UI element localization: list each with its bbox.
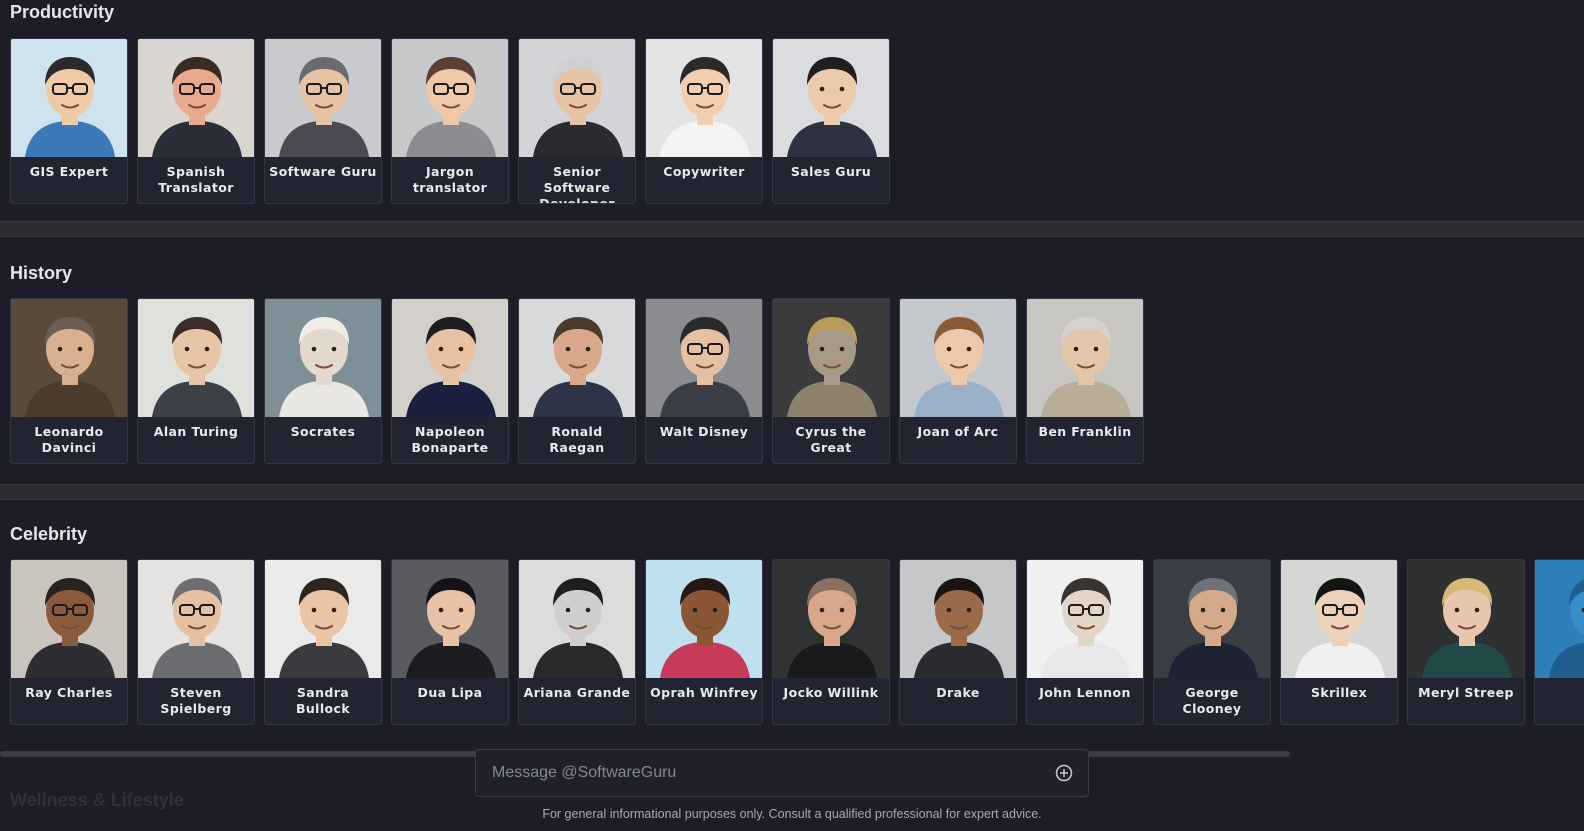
assistant-card-dua-lipa[interactable]: Dua Lipa: [391, 559, 509, 725]
card-label: Skrillex: [1310, 685, 1368, 700]
avatar: [138, 299, 254, 417]
card-label: Ariana Grande: [523, 685, 631, 700]
assistant-card-joan-of-arc[interactable]: Joan of Arc: [899, 298, 1017, 464]
avatar: [1408, 560, 1524, 678]
assistant-card-ben-franklin[interactable]: Ben Franklin: [1026, 298, 1144, 464]
assistant-card-senior-software-developer[interactable]: Senior Software Developer: [518, 38, 636, 204]
assistant-card-drake[interactable]: Drake: [899, 559, 1017, 725]
card-label: Walt Disney: [659, 424, 749, 439]
avatar: [265, 299, 381, 417]
card-label: Software Guru: [269, 164, 377, 179]
avatar: [1281, 560, 1397, 678]
avatar: [519, 560, 635, 678]
assistant-card-sandra-bullock[interactable]: Sandra Bullock: [264, 559, 382, 725]
assistant-card-cyrus-the-great[interactable]: Cyrus the Great: [772, 298, 890, 464]
assistant-card-meryl-streep[interactable]: Meryl Streep: [1407, 559, 1525, 725]
assistant-card-software-guru[interactable]: Software Guru: [264, 38, 382, 204]
assistant-card-gis-expert[interactable]: GIS Expert: [10, 38, 128, 204]
card-row: Leonardo Davinci Alan Turing Socrates Napol…: [10, 298, 1144, 464]
assistant-card-spanish-translator[interactable]: Spanish Translator: [137, 38, 255, 204]
avatar: [519, 299, 635, 417]
assistant-card-ronald-raegan[interactable]: Ronald Raegan: [518, 298, 636, 464]
avatar: [646, 560, 762, 678]
disclaimer-text: For general informational purposes only.…: [542, 807, 1042, 821]
card-label: Ben Franklin: [1038, 424, 1132, 439]
card-row: Ray Charles Steven Spielberg Sandra Bulloc…: [10, 559, 1584, 725]
card-label: Steven Spielberg: [160, 685, 232, 716]
card-label: Ray Charles: [25, 685, 113, 700]
avatar: [1027, 560, 1143, 678]
assistant-card-ray-charles[interactable]: Ray Charles: [10, 559, 128, 725]
assistant-card-jocko-willink[interactable]: Jocko Willink: [772, 559, 890, 725]
card-label: Alan Turing: [153, 424, 239, 439]
avatar: [900, 560, 1016, 678]
card-label: Copywriter: [663, 164, 745, 179]
card-label: Leonardo Davinci: [34, 424, 104, 455]
plus-circle-icon[interactable]: [1054, 763, 1074, 783]
avatar: [392, 39, 508, 157]
assistant-card-walt-disney[interactable]: Walt Disney: [645, 298, 763, 464]
assistant-card-napoleon-bonaparte[interactable]: Napoleon Bonaparte: [391, 298, 509, 464]
avatar: [519, 39, 635, 157]
card-label: Dua Lipa: [417, 685, 483, 700]
avatar: [900, 299, 1016, 417]
card-label: Napoleon Bonaparte: [411, 424, 489, 455]
section-title: History: [10, 263, 73, 283]
avatar: [773, 560, 889, 678]
section-divider: [0, 484, 1584, 500]
avatar: [265, 560, 381, 678]
card-label: [1535, 678, 1584, 685]
message-composer: [475, 749, 1089, 797]
card-label: Joan of Arc: [917, 424, 999, 439]
assistant-card-leonardo-davinci[interactable]: Leonardo Davinci: [10, 298, 128, 464]
card-row: GIS Expert Spanish Translator Software Gur…: [10, 38, 890, 204]
assistant-card-skrillex[interactable]: Skrillex: [1280, 559, 1398, 725]
section-title: Productivity: [10, 2, 115, 22]
assistant-card-ariana-grande[interactable]: Ariana Grande: [518, 559, 636, 725]
section-divider: [0, 221, 1584, 237]
avatar: [392, 299, 508, 417]
avatar: [646, 299, 762, 417]
card-label: Sales Guru: [790, 164, 872, 179]
assistant-card-partial[interactable]: [1534, 559, 1584, 725]
section-title: Celebrity: [10, 524, 88, 544]
assistant-card-alan-turing[interactable]: Alan Turing: [137, 298, 255, 464]
avatar: [265, 39, 381, 157]
avatar: [773, 299, 889, 417]
assistant-card-socrates[interactable]: Socrates: [264, 298, 382, 464]
card-label: Senior Software Developer: [539, 164, 615, 204]
card-label: Oprah Winfrey: [650, 685, 758, 700]
message-input[interactable]: [490, 763, 1054, 783]
avatar: [1027, 299, 1143, 417]
avatar: [773, 39, 889, 157]
avatar: [646, 39, 762, 157]
card-label: Jocko Willink: [783, 685, 879, 700]
avatar: [11, 299, 127, 417]
assistant-card-george-clooney[interactable]: George Clooney: [1153, 559, 1271, 725]
card-label: Cyrus the Great: [795, 424, 867, 455]
card-label: Ronald Raegan: [549, 424, 605, 455]
assistant-card-oprah-winfrey[interactable]: Oprah Winfrey: [645, 559, 763, 725]
avatar: [11, 39, 127, 157]
card-label: Socrates: [290, 424, 356, 439]
avatar: [392, 560, 508, 678]
card-label: Meryl Streep: [1418, 685, 1514, 700]
card-label: John Lennon: [1039, 685, 1131, 700]
avatar: [1154, 560, 1270, 678]
assistant-card-jargon-translator[interactable]: Jargon translator: [391, 38, 509, 204]
assistant-card-sales-guru[interactable]: Sales Guru: [772, 38, 890, 204]
assistant-card-john-lennon[interactable]: John Lennon: [1026, 559, 1144, 725]
card-label: GIS Expert: [29, 164, 109, 179]
card-label: Jargon translator: [412, 164, 488, 195]
assistant-card-copywriter[interactable]: Copywriter: [645, 38, 763, 204]
avatar: [1535, 560, 1584, 678]
avatar: [138, 39, 254, 157]
card-label: Spanish Translator: [158, 164, 234, 195]
avatar: [11, 560, 127, 678]
card-label: Sandra Bullock: [295, 685, 351, 716]
avatar: [138, 560, 254, 678]
card-label: George Clooney: [1182, 685, 1242, 716]
assistant-card-steven-spielberg[interactable]: Steven Spielberg: [137, 559, 255, 725]
card-label: Drake: [936, 685, 980, 700]
